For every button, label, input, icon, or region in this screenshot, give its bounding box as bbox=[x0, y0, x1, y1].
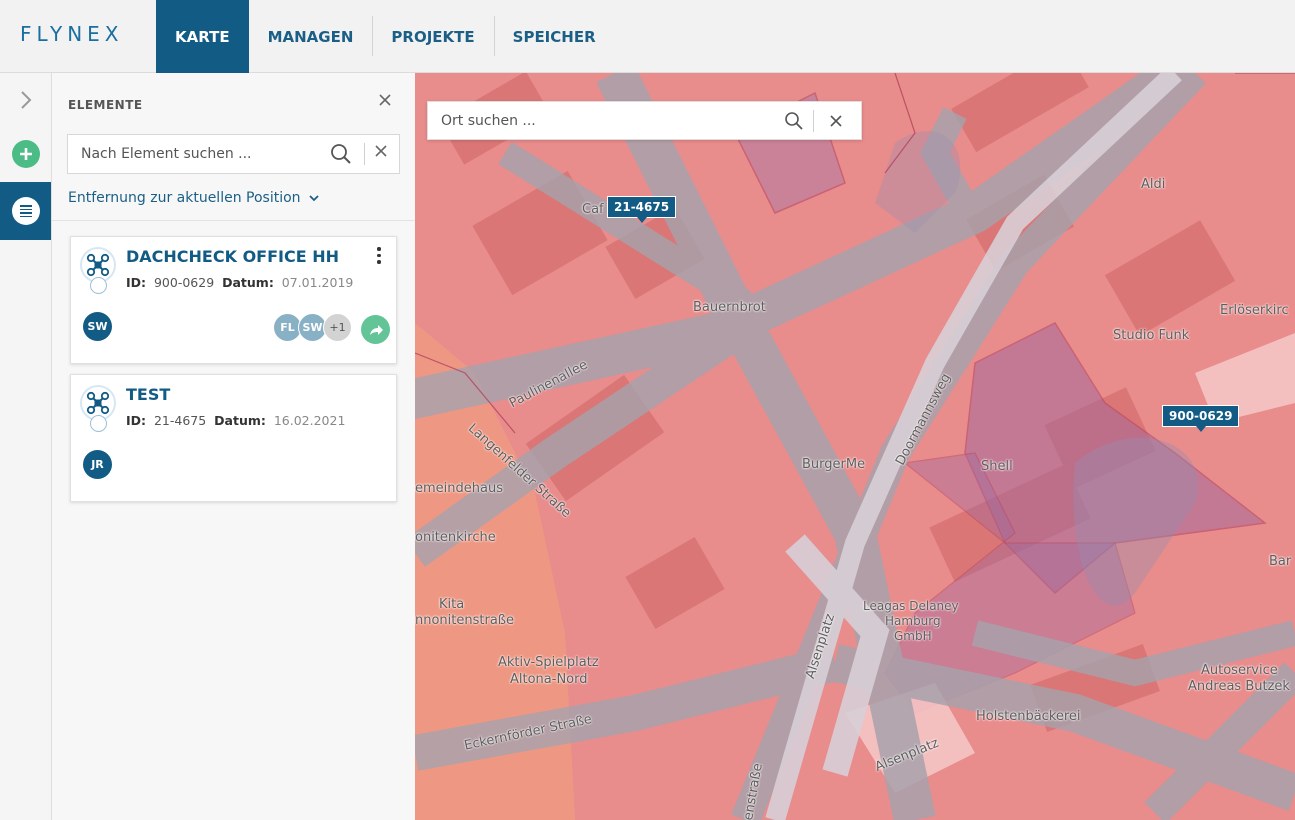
date-label: Datum: bbox=[214, 413, 266, 428]
add-element-button[interactable] bbox=[0, 127, 51, 181]
map-label-gmbh: GmbH bbox=[894, 629, 932, 643]
flynex-logo[interactable]: FLYNEX bbox=[20, 22, 124, 46]
map-label-cafe: Caf bbox=[582, 202, 604, 217]
id-value: 21-4675 bbox=[153, 413, 207, 428]
map-label-mennonitenstrasse: nnonitenstraße bbox=[415, 613, 514, 628]
map-label-holstenbaeckerei: Holstenbäckerei bbox=[976, 709, 1081, 724]
map-label-kirche: onitenkirche bbox=[415, 530, 496, 545]
card-title: DACHCHECK OFFICE HH bbox=[126, 247, 340, 266]
map-label-kita: Kita bbox=[439, 597, 465, 612]
element-search-input[interactable] bbox=[68, 135, 323, 173]
close-panel-button[interactable] bbox=[378, 91, 392, 112]
element-card[interactable]: DACHCHECK OFFICE HH ID: 900-0629 Datum: … bbox=[70, 236, 397, 364]
owner-avatar: SW bbox=[83, 312, 112, 341]
search-separator bbox=[364, 143, 365, 165]
map-label-shell: Shell bbox=[981, 459, 1013, 474]
elements-panel: ELEMENTE Entfernung zur aktuellen Positi… bbox=[52, 73, 415, 820]
map-label-bauernbrot: Bauernbrot bbox=[693, 300, 766, 315]
panel-header: ELEMENTE Entfernung zur aktuellen Positi… bbox=[52, 73, 415, 221]
clear-search-button[interactable] bbox=[374, 142, 388, 163]
share-button[interactable] bbox=[361, 315, 390, 344]
chevron-down-icon bbox=[308, 192, 319, 205]
card-meta: ID: 900-0629 Datum: 07.01.2019 bbox=[126, 275, 353, 290]
status-indicator bbox=[90, 277, 107, 294]
id-label: ID: bbox=[126, 413, 147, 428]
map-label-aldi: Aldi bbox=[1141, 177, 1166, 192]
top-navigation-bar: FLYNEX KARTE MANAGEN PROJEKTE SPEICHER bbox=[0, 0, 1295, 73]
map-label-burgerme: BurgerMe bbox=[802, 457, 866, 472]
search-icon[interactable] bbox=[330, 143, 352, 165]
close-icon bbox=[830, 115, 842, 127]
map-label-leagas-delaney: Leagas Delaney bbox=[863, 599, 959, 613]
element-card[interactable]: TEST ID: 21-4675 Datum: 16.02.2021 JR bbox=[70, 374, 397, 502]
element-search-box bbox=[67, 134, 400, 174]
distance-sort-label: Entfernung zur aktuellen Position bbox=[68, 190, 301, 206]
status-indicator bbox=[90, 415, 107, 432]
search-icon[interactable] bbox=[784, 111, 804, 131]
chevron-right-icon bbox=[20, 91, 31, 109]
map-label-aktiv-spielplatz: Aktiv-Spielplatz bbox=[498, 655, 599, 670]
location-search-input[interactable] bbox=[428, 102, 768, 139]
left-rail bbox=[0, 73, 52, 820]
close-icon bbox=[375, 145, 387, 157]
nav-tab-managen[interactable]: MANAGEN bbox=[249, 0, 373, 73]
map-label-gemeindehaus: emeindehaus bbox=[415, 481, 503, 496]
elements-list-button[interactable] bbox=[0, 182, 51, 240]
close-icon bbox=[379, 94, 391, 106]
panel-title: ELEMENTE bbox=[68, 98, 143, 112]
map-label-hamburg: Hamburg bbox=[885, 614, 941, 628]
nav-tab-speicher[interactable]: SPEICHER bbox=[493, 0, 615, 73]
distance-sort-dropdown[interactable]: Entfernung zur aktuellen Position bbox=[68, 190, 319, 206]
map-label-autoservice: Autoservice bbox=[1201, 663, 1278, 678]
date-value: 16.02.2021 bbox=[273, 413, 346, 428]
main-nav: KARTE MANAGEN PROJEKTE SPEICHER bbox=[156, 0, 615, 73]
map-marker-21-4675[interactable]: 21-4675 bbox=[607, 196, 677, 223]
location-search-box bbox=[427, 101, 862, 140]
map-marker-900-0629[interactable]: 900-0629 bbox=[1162, 405, 1240, 432]
nav-tab-karte[interactable]: KARTE bbox=[156, 0, 249, 73]
map-label-altona-nord: Altona-Nord bbox=[510, 672, 588, 687]
plus-icon bbox=[11, 140, 40, 168]
more-members-badge[interactable]: +1 bbox=[323, 313, 352, 342]
map-label-bar: Bar bbox=[1269, 554, 1292, 569]
expand-button[interactable] bbox=[0, 73, 51, 127]
date-label: Datum: bbox=[222, 275, 274, 290]
id-value: 900-0629 bbox=[153, 275, 215, 290]
list-icon bbox=[11, 197, 40, 225]
search-separator bbox=[813, 110, 814, 132]
id-label: ID: bbox=[126, 275, 147, 290]
map-view[interactable]: Aldi Caf Bauernbrot Erlöserkirc Studio F… bbox=[415, 73, 1295, 820]
date-value: 07.01.2019 bbox=[281, 275, 354, 290]
card-meta: ID: 21-4675 Datum: 16.02.2021 bbox=[126, 413, 345, 428]
map-label-andreas-butzek: Andreas Butzek bbox=[1188, 679, 1290, 694]
map-label-erloeserkirche: Erlöserkirc bbox=[1220, 303, 1289, 318]
share-icon bbox=[369, 324, 383, 335]
owner-avatar: JR bbox=[83, 450, 112, 479]
more-options-icon[interactable] bbox=[374, 247, 384, 265]
nav-tab-projekte[interactable]: PROJEKTE bbox=[372, 0, 493, 73]
card-title: TEST bbox=[126, 385, 171, 404]
map-label-studio-funk: Studio Funk bbox=[1113, 328, 1190, 343]
